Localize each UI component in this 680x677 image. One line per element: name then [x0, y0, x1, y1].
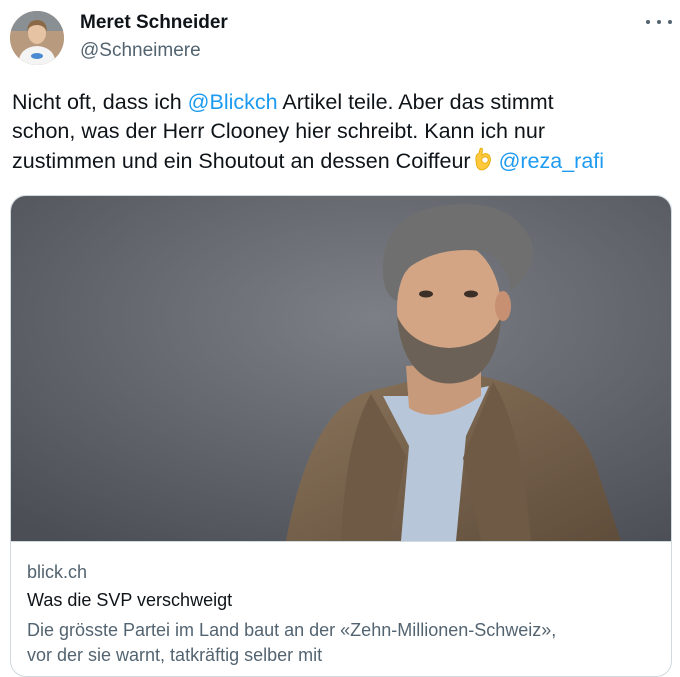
avatar-image	[10, 11, 64, 65]
more-horizontal-icon	[646, 20, 650, 24]
tweet[interactable]: Meret Schneider @Schneimere Nicht oft, d…	[0, 0, 680, 677]
tweet-text-line: Nicht oft, dass ich @Blickch Artikel tei…	[12, 88, 662, 117]
ok-hand-icon	[471, 146, 495, 180]
mention-link-blickch[interactable]: @Blickch	[188, 90, 278, 114]
more-options-button[interactable]	[646, 12, 672, 32]
card-domain: blick.ch	[27, 562, 88, 582]
tweet-text-segment: Artikel teile. Aber das stimmt	[277, 90, 554, 114]
article-image	[11, 196, 671, 541]
more-horizontal-icon	[657, 20, 661, 24]
link-preview-card[interactable]: blick.ch Was die SVP verschweigt Die grö…	[10, 195, 672, 677]
card-description-line: vor der sie warnt, tatkräftig selber mit	[27, 645, 323, 665]
card-title[interactable]: Was die SVP verschweigt	[27, 590, 232, 611]
tweet-text-line: schon, was der Herr Clooney hier schreib…	[12, 119, 545, 143]
card-description-line: Die grösste Partei im Land baut an der «…	[27, 620, 557, 640]
more-horizontal-icon	[668, 20, 672, 24]
author-handle[interactable]: @Schneimere	[80, 40, 201, 62]
tweet-text-line: zustimmen und ein Shoutout an dessen Coi…	[12, 146, 662, 180]
tweet-text: Nicht oft, dass ich @Blickch Artikel tei…	[12, 88, 662, 180]
card-description: Die grösste Partei im Land baut an der «…	[27, 618, 667, 668]
mention-link-reza-rafi[interactable]: @reza_rafi	[499, 149, 604, 173]
tweet-text-segment: Nicht oft, dass ich	[12, 90, 188, 114]
avatar[interactable]	[10, 11, 64, 65]
author-name[interactable]: Meret Schneider	[80, 12, 228, 34]
tweet-text-segment: zustimmen und ein Shoutout an dessen Coi…	[12, 149, 471, 173]
card-divider	[11, 541, 671, 542]
